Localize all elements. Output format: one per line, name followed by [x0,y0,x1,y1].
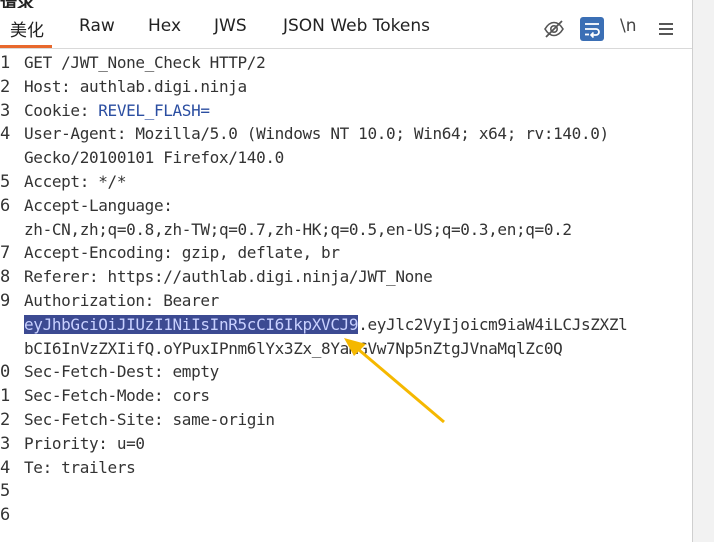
panel-title: 请求 [0,0,692,8]
code-line[interactable]: Accept-Language: [24,194,173,218]
annotation-arrow-icon [344,338,445,424]
line-number: 7 [0,243,11,263]
code-text: Sec-Fetch-Dest: empty [24,362,219,381]
code-text: Accept: */* [24,172,127,191]
hamburger-menu-icon[interactable] [657,20,675,38]
code-text: Accept-Encoding: gzip, deflate, br [24,243,340,262]
selected-token-text: eyJhbGciOiJIUzI1NiIsInR5cCI6IkpXVCJ9 [24,315,359,334]
request-editor[interactable]: 1 GET /JWT_None_Check HTTP/2 2 Host: authla… [0,48,692,542]
line-number: 9 [0,291,11,311]
code-text: Sec-Fetch-Site: same-origin [24,410,275,429]
code-text: User-Agent: Mozilla/5.0 (Windows NT 10.0… [24,124,609,143]
line-number: 4 [0,124,11,144]
code-text: zh-CN,zh;q=0.8,zh-TW;q=0.7,zh-HK;q=0.5,e… [24,220,572,239]
code-line[interactable]: zh-CN,zh;q=0.8,zh-TW;q=0.7,zh-HK;q=0.5,e… [24,218,572,242]
code-text: REVEL_FLASH= [98,101,210,120]
tab-pretty[interactable]: 美化 [10,16,44,41]
editor-tab-bar: 美化 Raw Hex JWS JSON Web Tokens \n [0,8,692,49]
line-number: 2 [0,77,11,97]
code-line[interactable]: Te: trailers [24,456,136,480]
code-text: GET /JWT_None_Check HTTP/2 [24,53,266,72]
line-number: 8 [0,267,11,287]
line-number: 1 [0,53,11,73]
word-wrap-icon[interactable] [580,17,604,41]
line-number: 6 [0,196,11,216]
code-text: Gecko/20100101 Firefox/140.0 [24,148,284,167]
code-line[interactable]: Sec-Fetch-Dest: empty [24,360,219,384]
eye-slash-icon[interactable] [543,18,565,40]
line-number: 5 [0,481,11,501]
code-line[interactable]: Sec-Fetch-Mode: cors [24,384,210,408]
tab-jws[interactable]: JWS [214,16,247,36]
code-line[interactable]: Cookie: REVEL_FLASH= [24,99,210,123]
code-text: Cookie: [24,101,99,120]
code-line[interactable]: Host: authlab.digi.ninja [24,75,247,99]
line-number: 3 [0,101,11,121]
code-text: Authorization: Bearer [24,291,219,310]
newline-toggle-button[interactable]: \n [620,16,637,36]
right-side-rail [692,0,714,542]
line-number: 5 [0,172,11,192]
code-line[interactable]: Gecko/20100101 Firefox/140.0 [24,146,284,170]
line-number: 0 [0,362,11,382]
tab-raw[interactable]: Raw [79,16,115,36]
line-number: 4 [0,458,11,478]
code-text: Te: trailers [24,458,136,477]
tab-hex[interactable]: Hex [148,16,181,36]
line-number: 3 [0,434,11,454]
code-text: Sec-Fetch-Mode: cors [24,386,210,405]
code-line[interactable]: User-Agent: Mozilla/5.0 (Windows NT 10.0… [24,122,609,146]
code-line[interactable]: eyJhbGciOiJIUzI1NiIsInR5cCI6IkpXVCJ9.eyJ… [24,313,628,337]
code-text: Host: authlab.digi.ninja [24,77,247,96]
code-line[interactable]: bCI6InVzZXIifQ.oYPuxIPnm6lYx3Zx_8YaMGVw7… [24,337,563,361]
code-line[interactable]: Accept: */* [24,170,126,194]
line-number: 1 [0,386,11,406]
code-text: bCI6InVzZXIifQ.oYPuxIPnm6lYx3Zx_8YaMGVw7… [24,339,563,358]
line-number: 6 [0,505,11,525]
code-line[interactable]: Sec-Fetch-Site: same-origin [24,408,275,432]
tab-json-web-tokens[interactable]: JSON Web Tokens [283,16,430,36]
code-line[interactable]: Priority: u=0 [24,432,145,456]
code-line[interactable]: Accept-Encoding: gzip, deflate, br [24,241,340,265]
code-line[interactable]: GET /JWT_None_Check HTTP/2 [24,51,266,75]
code-line[interactable]: Referer: https://authlab.digi.ninja/JWT_… [24,265,433,289]
code-text: .eyJlc2VyIjoicm9iaW4iLCJsZXZl [358,315,628,334]
code-text: Accept-Language: [24,196,173,215]
line-number: 2 [0,410,11,430]
code-text: Priority: u=0 [24,434,145,453]
code-line[interactable]: Authorization: Bearer [24,289,219,313]
code-text: Referer: https://authlab.digi.ninja/JWT_… [24,267,433,286]
